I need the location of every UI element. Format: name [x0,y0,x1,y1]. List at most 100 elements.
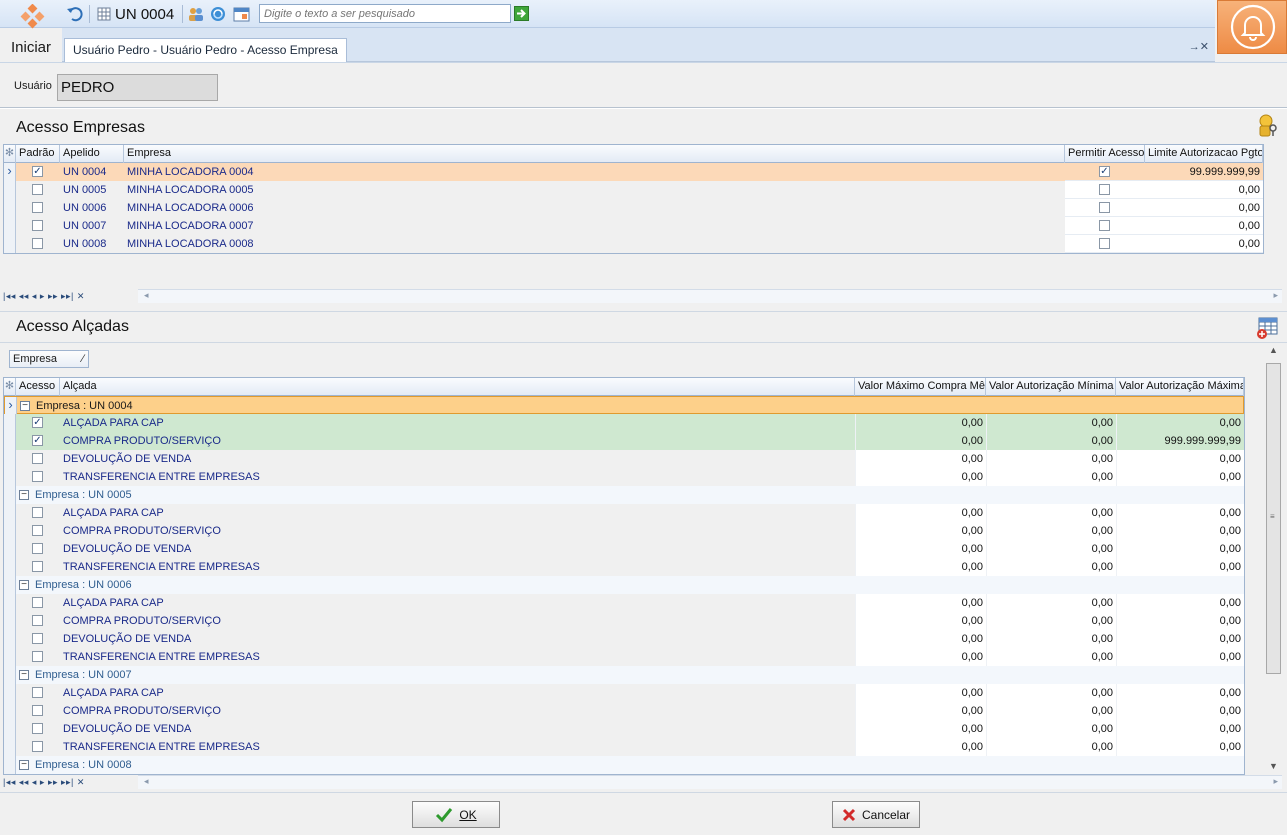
table-row[interactable]: COMPRA PRODUTO/SERVIÇO 0,00 0,00 0,00 [4,702,1244,720]
valor-min-cell[interactable]: 0,00 [986,504,1116,522]
row-indicator[interactable] [4,684,16,702]
row-indicator[interactable] [4,756,16,774]
valor-min-cell[interactable]: 0,00 [986,558,1116,576]
col-valor-max-mes[interactable]: Valor Máximo Compra Mês [855,378,986,396]
acesso-checkbox[interactable] [32,615,43,626]
table-row[interactable]: DEVOLUÇÃO DE VENDA 0,00 0,00 0,00 [4,630,1244,648]
valor-max-cell[interactable]: 0,00 [1116,468,1244,486]
user-field[interactable]: PEDRO [57,74,218,101]
table-row[interactable]: TRANSFERENCIA ENTRE EMPRESAS 0,00 0,00 0,00 [4,558,1244,576]
acesso-checkbox[interactable] [32,741,43,752]
acesso-checkbox[interactable] [32,453,43,464]
valor-max-mes-cell[interactable]: 0,00 [855,684,986,702]
table-row[interactable]: DEVOLUÇÃO DE VENDA 0,00 0,00 0,00 [4,450,1244,468]
acesso-checkbox[interactable] [32,597,43,608]
acesso-checkbox[interactable]: ✓ [32,417,43,428]
valor-max-mes-cell[interactable]: 0,00 [855,450,986,468]
row-indicator[interactable] [4,540,16,558]
acesso-checkbox[interactable]: ✓ [32,435,43,446]
valor-max-cell[interactable]: 0,00 [1116,414,1244,432]
grid2-hscroll[interactable]: ◂ ▸ [138,775,1282,789]
row-indicator[interactable] [4,702,16,720]
valor-min-cell[interactable]: 0,00 [986,414,1116,432]
valor-min-cell[interactable]: 0,00 [986,594,1116,612]
ok-button[interactable]: OK [412,801,500,828]
row-indicator[interactable] [4,648,16,666]
group-by-chip[interactable]: Empresa ∕ [9,350,89,368]
row-indicator[interactable] [4,558,16,576]
valor-max-mes-cell[interactable]: 0,00 [855,468,986,486]
valor-max-mes-cell[interactable]: 0,00 [855,630,986,648]
row-indicator[interactable] [4,612,16,630]
group-row[interactable]: › − Empresa : UN 0004 [4,396,1244,415]
acesso-checkbox[interactable] [32,723,43,734]
undo-icon[interactable] [66,4,84,24]
table-row[interactable]: COMPRA PRODUTO/SERVIÇO 0,00 0,00 0,00 [4,522,1244,540]
row-indicator[interactable] [4,217,16,235]
collapse-icon[interactable]: − [19,670,29,680]
row-indicator[interactable] [4,486,16,504]
key-user-icon[interactable] [1256,113,1280,140]
row-indicator[interactable]: › [5,397,17,415]
valor-max-cell[interactable]: 0,00 [1116,522,1244,540]
table-row[interactable]: COMPRA PRODUTO/SERVIÇO 0,00 0,00 0,00 [4,612,1244,630]
padrao-checkbox[interactable] [32,184,43,195]
row-indicator[interactable] [4,181,16,199]
valor-max-mes-cell[interactable]: 0,00 [855,594,986,612]
table-row[interactable]: ALÇADA PARA CAP 0,00 0,00 0,00 [4,504,1244,522]
table-row[interactable]: DEVOLUÇÃO DE VENDA 0,00 0,00 0,00 [4,720,1244,738]
acesso-checkbox[interactable] [32,633,43,644]
group-row[interactable]: − Empresa : UN 0008 [4,756,1244,774]
start-button[interactable]: Iniciar [0,34,62,62]
valor-max-cell[interactable]: 0,00 [1116,738,1244,756]
table-row[interactable]: TRANSFERENCIA ENTRE EMPRESAS 0,00 0,00 0,00 [4,648,1244,666]
valor-max-mes-cell[interactable]: 0,00 [855,558,986,576]
app-logo-icon[interactable] [18,3,48,34]
valor-max-mes-cell[interactable]: 0,00 [855,702,986,720]
valor-max-mes-cell[interactable]: 0,00 [855,504,986,522]
col-valor-min[interactable]: Valor Autorização Mínima [986,378,1116,396]
valor-max-mes-cell[interactable]: 0,00 [855,432,986,450]
row-indicator[interactable] [4,468,16,486]
row-indicator[interactable] [4,738,16,756]
notifications-button[interactable] [1217,0,1287,54]
padrao-checkbox[interactable] [32,220,43,231]
permitir-acesso-checkbox[interactable] [1099,184,1110,195]
row-indicator[interactable] [4,720,16,738]
valor-max-cell[interactable]: 0,00 [1116,720,1244,738]
grid-settings-icon[interactable] [1255,316,1279,343]
table-row[interactable]: UN 0007 MINHA LOCADORA 0007 0,00 [4,217,1263,235]
table-row[interactable]: UN 0005 MINHA LOCADORA 0005 0,00 [4,181,1263,199]
col-apelido[interactable]: Apelido [60,145,124,163]
valor-min-cell[interactable]: 0,00 [986,720,1116,738]
acesso-checkbox[interactable] [32,561,43,572]
grid1-hscroll[interactable]: ◂ ▸ [138,289,1282,303]
row-indicator[interactable] [4,576,16,594]
tab-close-icon[interactable]: →✕ [1189,40,1209,53]
valor-min-cell[interactable]: 0,00 [986,738,1116,756]
permitir-acesso-checkbox[interactable]: ✓ [1099,166,1110,177]
valor-max-cell[interactable]: 0,00 [1116,684,1244,702]
collapse-icon[interactable]: − [20,401,30,411]
row-indicator[interactable] [4,199,16,217]
collapse-icon[interactable]: − [19,580,29,590]
table-row[interactable]: DEVOLUÇÃO DE VENDA 0,00 0,00 0,00 [4,540,1244,558]
grid2-vscroll-thumb[interactable]: ≡ [1266,363,1281,674]
permitir-acesso-checkbox[interactable] [1099,220,1110,231]
valor-max-cell[interactable]: 0,00 [1116,558,1244,576]
valor-max-mes-cell[interactable]: 0,00 [855,738,986,756]
row-indicator[interactable] [4,414,16,432]
padrao-checkbox[interactable] [32,202,43,213]
table-row[interactable]: TRANSFERENCIA ENTRE EMPRESAS 0,00 0,00 0,00 [4,738,1244,756]
col-alcada[interactable]: Alçada [60,378,855,396]
valor-max-cell[interactable]: 0,00 [1116,612,1244,630]
col-empresa[interactable]: Empresa [124,145,1065,163]
row-indicator[interactable] [4,504,16,522]
valor-max-cell[interactable]: 0,00 [1116,504,1244,522]
valor-min-cell[interactable]: 0,00 [986,684,1116,702]
acesso-checkbox[interactable] [32,687,43,698]
valor-max-cell[interactable]: 0,00 [1116,450,1244,468]
row-indicator[interactable] [4,522,16,540]
valor-min-cell[interactable]: 0,00 [986,702,1116,720]
valor-max-mes-cell[interactable]: 0,00 [855,522,986,540]
